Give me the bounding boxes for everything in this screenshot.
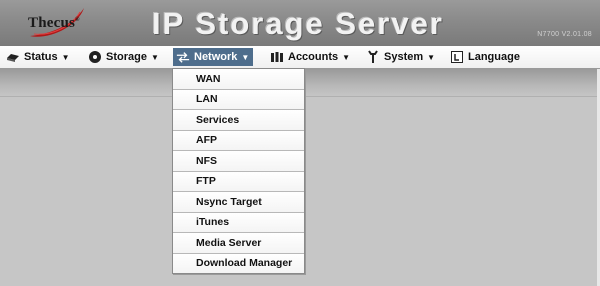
chevron-down-icon: ▼ [61,52,70,62]
logo-text: Thecus® [28,15,80,31]
menu-accounts[interactable]: Accounts ▼ [270,46,350,68]
network-menu-wan[interactable]: WAN [173,69,304,90]
network-menu-nfs[interactable]: NFS [173,151,304,172]
main-menu-bar: Status ▼ Storage ▼ Network ▼ Accounts ▼ … [0,46,600,69]
menu-accounts-label: Accounts [288,51,339,63]
firmware-version: N7700 V2.01.08 [537,31,592,38]
network-menu-itunes[interactable]: iTunes [173,212,304,233]
network-menu-nsync-target[interactable]: Nsync Target [173,192,304,213]
storage-disk-icon [88,50,102,64]
menu-language-label: Language [468,51,520,63]
language-icon [450,50,464,64]
menu-storage[interactable]: Storage ▼ [88,46,159,68]
network-menu-media-server[interactable]: Media Server [173,233,304,254]
menu-storage-label: Storage [106,51,147,63]
menu-network[interactable]: Network ▼ [173,48,254,66]
chevron-down-icon: ▼ [342,52,351,62]
network-menu-services[interactable]: Services [173,110,304,131]
menu-system[interactable]: System ▼ [366,46,435,68]
network-icon [176,50,190,64]
header-banner: Thecus® IP Storage Server N7700 V2.01.08 [0,0,600,46]
status-icon [6,50,20,64]
menu-language[interactable]: Language [450,46,520,68]
system-wrench-icon [366,50,380,64]
page-title: IP Storage Server [152,6,444,41]
chevron-down-icon: ▼ [427,52,436,62]
accounts-icon [270,50,284,64]
network-dropdown-menu: WAN LAN Services AFP NFS FTP Nsync Targe… [172,68,305,274]
network-menu-download-manager[interactable]: Download Manager [173,253,304,273]
network-menu-ftp[interactable]: FTP [173,171,304,192]
menu-network-label: Network [194,51,238,63]
menu-status-label: Status [24,51,58,63]
network-menu-afp[interactable]: AFP [173,130,304,151]
chevron-down-icon: ▼ [241,52,250,62]
thecus-logo: Thecus® [8,6,88,37]
chevron-down-icon: ▼ [150,52,159,62]
menu-status[interactable]: Status ▼ [6,46,70,68]
menu-system-label: System [384,51,424,63]
network-menu-lan[interactable]: LAN [173,89,304,110]
